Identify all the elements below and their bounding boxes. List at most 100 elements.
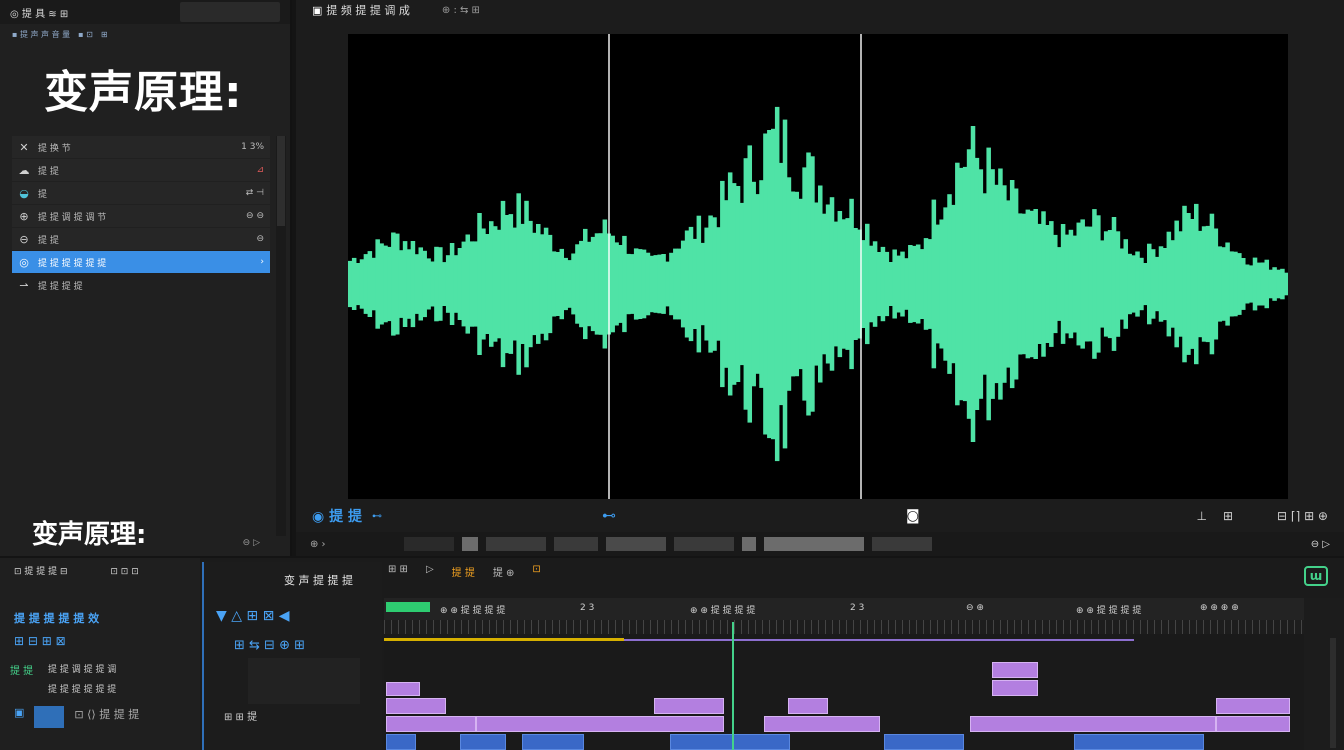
audio-clip[interactable]	[1216, 698, 1290, 714]
timeline[interactable]: ⊕ ⊕ 提 提 提 提 2 3 ⊕ ⊕ 提 提 提 提 2 3 ⊖ ⊕ ⊕ ⊕ …	[384, 598, 1304, 750]
inspector-icons-row-1[interactable]: ▼ △ ⊞ ⊠ ◀	[216, 608, 290, 624]
effects-bottom-label[interactable]: ⊡ ⟨⟩ 提 提 提	[74, 706, 139, 728]
waveform-bar	[457, 248, 463, 320]
video-clip[interactable]	[460, 734, 506, 750]
property-row[interactable]: ⊕ 提 提 调 提 调 节 ⊖ ⊖	[12, 205, 270, 227]
in-marker[interactable]	[386, 602, 430, 612]
video-clip[interactable]	[386, 734, 416, 750]
toolbar-item-3[interactable]: 提 ⊕	[493, 564, 515, 579]
waveform-bar	[547, 234, 553, 334]
playback-controls[interactable]: ◉ 提 提	[312, 506, 362, 526]
timeline-ruler[interactable]: ⊕ ⊕ 提 提 提 提 2 3 ⊕ ⊕ 提 提 提 提 2 3 ⊖ ⊕ ⊕ ⊕ …	[384, 598, 1304, 620]
audio-clip[interactable]	[386, 698, 446, 714]
audio-clip[interactable]	[476, 716, 724, 732]
properties-scrollbar[interactable]	[276, 136, 286, 536]
property-label: 提 提 提 提 提 提	[38, 258, 107, 269]
video-clip[interactable]	[670, 734, 790, 750]
scrub-icon[interactable]: ⊕ ›	[310, 539, 326, 550]
audio-clip[interactable]	[764, 716, 880, 732]
tool-0[interactable]: ⊥	[1197, 509, 1207, 523]
waveform-bar	[489, 221, 494, 347]
waveform-bar	[524, 200, 529, 368]
cut-icon[interactable]: ⊷	[602, 508, 616, 524]
property-label: 提 提 提 提	[38, 281, 83, 292]
waveform-bar	[692, 238, 698, 329]
audio-clip[interactable]	[992, 662, 1038, 678]
waveform-display[interactable]	[348, 34, 1288, 499]
timeline-toolbar: ⊞ ⊞ ▷ 提 提 提 ⊕ ⊡	[388, 564, 541, 579]
waveform-bar	[1225, 242, 1230, 326]
audio-clip[interactable]	[788, 698, 828, 714]
waveform-bar	[539, 234, 545, 334]
property-value: ›	[260, 257, 264, 267]
audio-clip[interactable]	[386, 716, 476, 732]
sub-item-1[interactable]: ▪ ⊡	[78, 30, 93, 39]
waveform-bar	[1170, 240, 1176, 328]
inspector-icons-row-2[interactable]: ⊞ ⇆ ⊟ ⊕ ⊞	[234, 638, 305, 653]
toolbar-item-4[interactable]: ⊡	[532, 564, 540, 579]
waveform-bar	[970, 126, 976, 442]
waveform-marker-line[interactable]	[608, 34, 610, 499]
scrollbar-track[interactable]	[1330, 638, 1336, 748]
waveform-bar	[1072, 235, 1078, 333]
effects-category-label[interactable]: 提 提 提 提 提 效	[14, 610, 99, 626]
waveform-bar	[1115, 231, 1121, 337]
ruler-label: ⊕ ⊕ 提 提 提 提	[1076, 606, 1142, 616]
video-clip[interactable]	[522, 734, 584, 750]
audio-clip[interactable]	[992, 680, 1038, 696]
waveform-bar	[700, 242, 706, 326]
effects-tag[interactable]: 提 提	[10, 662, 33, 677]
waveform-bar	[982, 193, 988, 375]
selected-tool[interactable]	[34, 706, 65, 728]
viewer-title-icons[interactable]: ⊕ : ⇆ ⊞	[442, 5, 480, 16]
timeline-scrollbar[interactable]	[1304, 598, 1344, 750]
audio-clip[interactable]	[1216, 716, 1290, 732]
viewer-scrubber[interactable]: ⊕ › ⊖ ▷	[296, 532, 1344, 556]
audio-clip[interactable]	[386, 682, 420, 696]
search-box[interactable]	[180, 2, 280, 22]
waveform-bar	[774, 106, 780, 462]
tool-1[interactable]: ⊞	[1223, 509, 1233, 523]
audio-clip[interactable]	[654, 698, 724, 714]
video-clip[interactable]	[1074, 734, 1204, 750]
property-row[interactable]: ◒ 提 ⇄ ⊣	[12, 182, 270, 204]
toolbar-item-0[interactable]: ⊞ ⊞	[388, 564, 408, 579]
tool-icon[interactable]: ▣	[14, 706, 24, 728]
waveform-bar	[434, 246, 439, 322]
sub-item-2[interactable]: ⊞	[101, 30, 108, 39]
inspector-bottom[interactable]: ⊞ ⊞ 提	[224, 708, 257, 723]
property-row[interactable]: ⇀ 提 提 提 提	[12, 274, 270, 296]
effects-icon-row[interactable]: ⊞ ⊟ ⊞ ⊠	[14, 634, 66, 648]
property-row[interactable]: ✕ 提 换 节 1 3%	[12, 136, 270, 158]
waveform-bar	[1088, 226, 1093, 342]
toolbar-item-1[interactable]: ▷	[426, 564, 434, 579]
audio-clip[interactable]	[970, 716, 1216, 732]
waveform-bar	[680, 240, 686, 328]
waveform-bar	[442, 262, 447, 306]
marker-icon[interactable]: ⊷	[372, 511, 382, 522]
properties-subbar: ▪ 提 声 声 音 量 ▪ ⊡ ⊞	[0, 24, 290, 44]
property-label: 提 提	[38, 235, 59, 246]
panel-footer-icons[interactable]: ⊖ ▷	[243, 538, 260, 548]
property-row[interactable]: ☁ 提 提 ⊿	[12, 159, 270, 181]
property-row[interactable]: ⊖ 提 提 ⊖	[12, 228, 270, 250]
waveform-bar	[947, 194, 952, 374]
work-area-bar[interactable]	[384, 638, 624, 641]
waveform-bar	[1041, 211, 1046, 357]
waveform-bar	[395, 233, 400, 335]
scrub-end-icons[interactable]: ⊖ ▷	[1311, 539, 1330, 550]
scrollbar-thumb[interactable]	[277, 136, 285, 226]
video-clip[interactable]	[884, 734, 964, 750]
waveform-bar	[735, 186, 741, 382]
effects-header-icons[interactable]: ⊡ ⊡ ⊡	[110, 567, 138, 577]
effects-line-2: 提 提 提 提 提 提	[48, 685, 117, 695]
waveform-marker-line[interactable]	[860, 34, 862, 499]
toolbar-item-2[interactable]: 提 提	[452, 564, 475, 579]
snapshot-icon[interactable]: ◙	[906, 508, 920, 524]
property-row-selected[interactable]: ◎ 提 提 提 提 提 提 ›	[12, 251, 270, 273]
sub-item-0[interactable]: ▪ 提 声 声 音 量	[12, 29, 70, 40]
waveform-bar	[1049, 221, 1054, 347]
waveform-bar	[998, 168, 1003, 400]
tool-2[interactable]: ⊟ ⌈⌉ ⊞ ⊕	[1277, 509, 1328, 523]
playhead[interactable]	[732, 622, 734, 750]
